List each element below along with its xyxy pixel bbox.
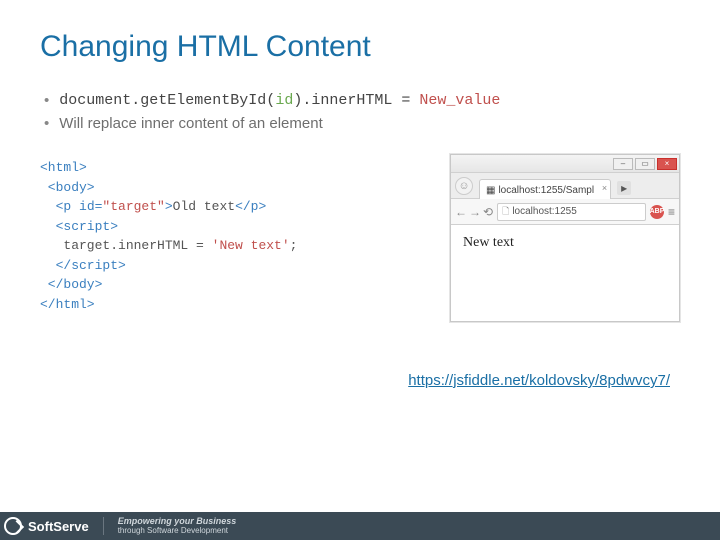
page-favicon: 🗋 bbox=[502, 204, 509, 220]
bullet-2: Will replace inner content of an element bbox=[44, 115, 680, 132]
slide: Changing HTML Content document.getElemen… bbox=[0, 0, 720, 540]
tab-label: localhost:1255/Sampl bbox=[498, 185, 594, 196]
bullet-1-id: id bbox=[275, 92, 293, 109]
browser-tab[interactable]: ▦ localhost:1255/Sampl × bbox=[479, 179, 611, 199]
rendered-output: New text bbox=[463, 235, 514, 250]
window-minimize-icon[interactable]: – bbox=[613, 158, 633, 170]
url-input[interactable]: 🗋 localhost:1255 bbox=[497, 203, 646, 221]
bullet-list: document.getElementById(id).innerHTML = … bbox=[44, 92, 680, 132]
window-close-icon[interactable]: × bbox=[657, 158, 677, 170]
tab-favicon: ▦ bbox=[486, 185, 495, 196]
browser-mock: – ▭ × ☺ ▦ localhost:1255/Sampl × ▸ ← → ⟲ bbox=[450, 154, 680, 322]
nav-forward-icon[interactable]: → bbox=[469, 205, 481, 219]
browser-viewport: New text bbox=[451, 225, 679, 321]
bullet-1-new: New_value bbox=[419, 92, 500, 109]
window-maximize-icon[interactable]: ▭ bbox=[635, 158, 655, 170]
slide-footer: SoftServe Empowering your Business throu… bbox=[0, 512, 720, 540]
browser-menu-icon[interactable]: ≡ bbox=[668, 205, 675, 219]
browser-address-bar: ← → ⟲ 🗋 localhost:1255 ABP ≡ bbox=[451, 199, 679, 225]
nav-back-icon[interactable]: ← bbox=[455, 205, 467, 219]
slide-title: Changing HTML Content bbox=[40, 30, 680, 64]
footer-tagline: Empowering your Business through Softwar… bbox=[103, 517, 237, 536]
extension-badge[interactable]: ABP bbox=[650, 205, 664, 219]
bullet-1-pre: document.getElementById( bbox=[59, 92, 275, 109]
tab-close-icon[interactable]: × bbox=[602, 183, 607, 193]
jsfiddle-link[interactable]: https://jsfiddle.net/koldovsky/8pdwvcy7/ bbox=[408, 372, 670, 389]
footer-logo: SoftServe bbox=[4, 517, 89, 535]
code-example: <html> <body> <p id="target">Old text</p… bbox=[40, 158, 424, 314]
bullet-1: document.getElementById(id).innerHTML = … bbox=[44, 92, 680, 109]
softserve-logo-icon bbox=[4, 517, 22, 535]
footer-brand: SoftServe bbox=[28, 519, 89, 534]
profile-avatar-icon[interactable]: ☺ bbox=[455, 177, 473, 195]
new-tab-button[interactable]: ▸ bbox=[617, 181, 631, 195]
browser-tabbar: ☺ ▦ localhost:1255/Sampl × ▸ bbox=[451, 173, 679, 199]
bullet-1-mid: ).innerHTML = bbox=[293, 92, 419, 109]
url-text: localhost:1255 bbox=[512, 206, 577, 217]
window-titlebar: – ▭ × bbox=[451, 155, 679, 173]
nav-reload-icon[interactable]: ⟲ bbox=[483, 205, 493, 219]
